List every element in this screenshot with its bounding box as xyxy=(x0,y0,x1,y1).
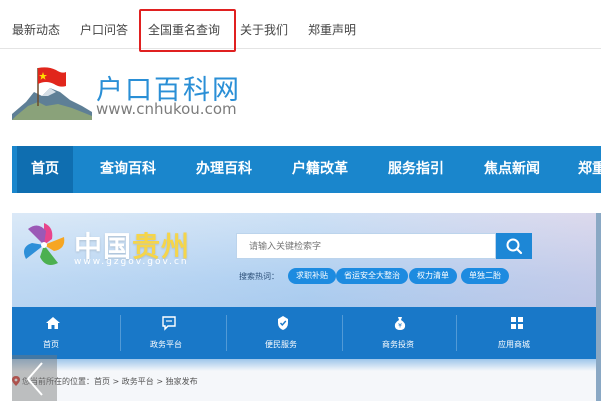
hot-word-1[interactable]: 求职补贴 xyxy=(288,268,336,284)
topnav-item-about[interactable]: 关于我们 xyxy=(240,21,288,38)
topnav-item-qa[interactable]: 户口问答 xyxy=(80,21,128,38)
mainnav-item-news[interactable]: 焦点新闻 xyxy=(484,146,540,193)
svg-text:¥: ¥ xyxy=(398,323,402,330)
chat-icon xyxy=(162,316,176,331)
banner-nav-divider xyxy=(342,315,343,351)
banner-right-edge xyxy=(596,213,601,401)
mainnav-item-reform[interactable]: 户籍改革 xyxy=(292,146,348,193)
banner-nav-divider xyxy=(456,315,457,351)
top-nav: 最新动态 户口问答 全国重名查询 关于我们 郑重声明 xyxy=(0,9,601,52)
logo-url: www.cnhukou.com xyxy=(96,100,237,118)
banner-nav-platform[interactable]: 政务平台 xyxy=(150,339,182,350)
topnav-item-latest[interactable]: 最新动态 xyxy=(12,21,60,38)
mainnav-item-handling[interactable]: 办理百科 xyxy=(196,146,252,193)
highlight-box xyxy=(139,9,236,52)
banner-nav-divider xyxy=(226,315,227,351)
topnav-item-statement[interactable]: 郑重声明 xyxy=(308,21,356,38)
apps-grid-icon xyxy=(511,317,523,329)
gzgov-banner: 中国贵州 www.gzgov.gov.cn 搜索热词： 求职补贴 省运安全大整治… xyxy=(12,213,601,401)
pinwheel-logo-icon xyxy=(24,223,65,265)
banner-nav: 首页 政务平台 便民服务 ¥ 商务投资 应用商城 xyxy=(12,307,601,359)
banner-nav-divider xyxy=(120,315,121,351)
mainnav-item-query[interactable]: 查询百科 xyxy=(100,146,156,193)
hot-word-3[interactable]: 权力清单 xyxy=(409,268,457,284)
service-icon xyxy=(278,316,288,330)
banner-nav-app-store[interactable]: 应用商城 xyxy=(498,339,530,350)
slider-prev-button[interactable] xyxy=(12,355,57,401)
mainnav-item-statement[interactable]: 郑重 xyxy=(578,146,601,193)
logo-flag-mountain-icon xyxy=(12,67,92,120)
banner-search-input[interactable] xyxy=(237,235,487,259)
hot-words-label: 搜索热词： xyxy=(239,272,279,281)
main-nav: 首页 查询百科 办理百科 户籍改革 服务指引 焦点新闻 郑重 xyxy=(12,146,601,193)
banner-search-box xyxy=(236,233,496,259)
chevron-left-icon xyxy=(26,362,43,396)
search-icon xyxy=(506,238,523,255)
mainnav-item-service[interactable]: 服务指引 xyxy=(388,146,444,193)
mainnav-item-home[interactable]: 首页 xyxy=(17,146,73,193)
banner-nav-investment[interactable]: 商务投资 xyxy=(382,339,414,350)
hot-word-4[interactable]: 单独二胎 xyxy=(461,268,509,284)
banner-url: www.gzgov.gov.cn xyxy=(74,257,189,267)
page: 最新动态 户口问答 全国重名查询 关于我们 郑重声明 户口百科网 www.cnh… xyxy=(0,0,601,401)
banner-fade xyxy=(12,359,601,371)
banner-nav-home[interactable]: 首页 xyxy=(43,339,59,350)
banner-nav-service[interactable]: 便民服务 xyxy=(265,339,297,350)
hot-word-2[interactable]: 省运安全大整治 xyxy=(336,268,408,284)
banner-search-button[interactable] xyxy=(496,233,532,259)
home-icon xyxy=(46,317,60,329)
money-bag-icon: ¥ xyxy=(394,317,406,330)
